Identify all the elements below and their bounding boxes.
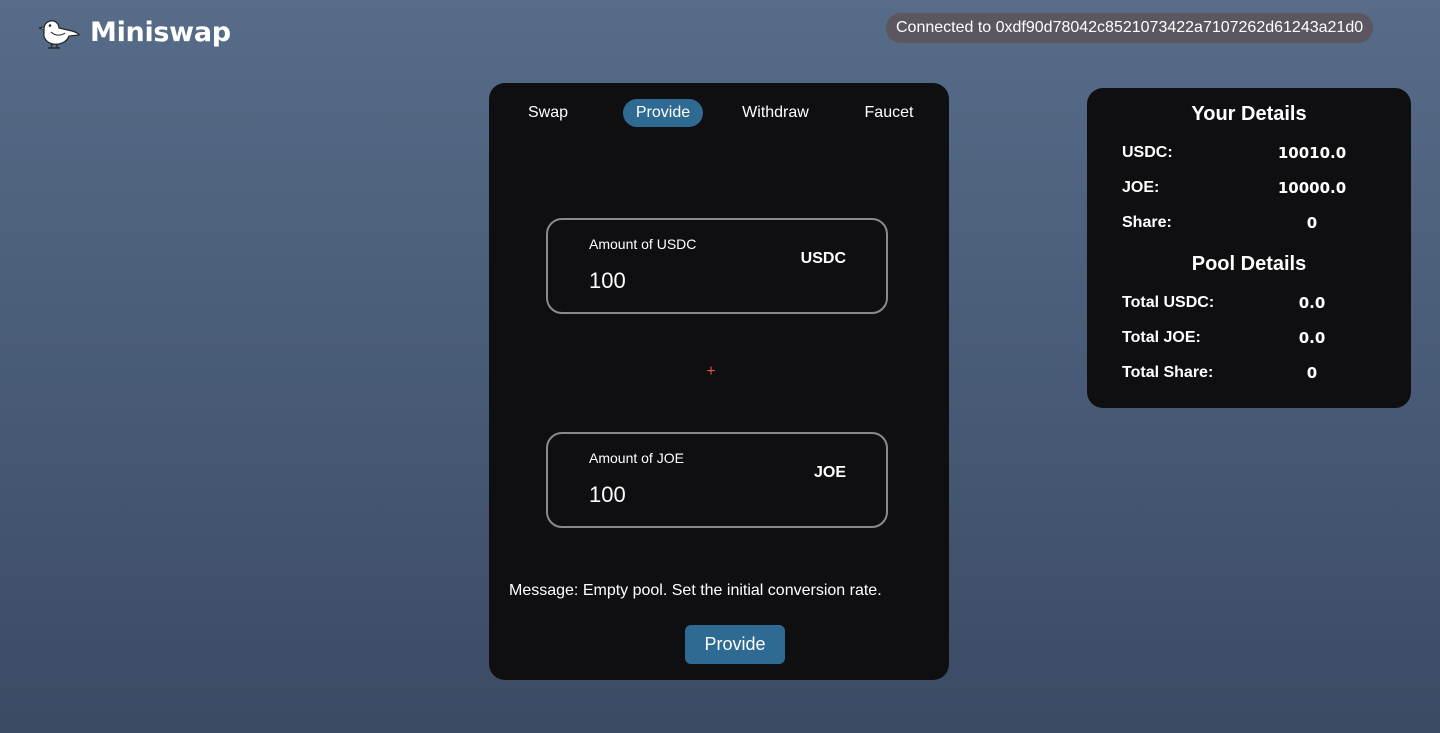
usdc-amount-input[interactable]: [589, 266, 759, 296]
provide-button[interactable]: Provide: [685, 625, 785, 664]
detail-row-total-usdc: Total USDC: 0.0: [1122, 294, 1382, 314]
detail-label: JOE:: [1122, 179, 1160, 196]
pool-details-heading: Pool Details: [1191, 253, 1307, 275]
wallet-connection-badge: Connected to 0xdf90d78042c8521073422a710…: [886, 13, 1374, 43]
details-panel: Your Details USDC: 10010.0 JOE: 10000.0 …: [1087, 88, 1411, 408]
your-details-heading: Your Details: [1191, 103, 1307, 125]
tab-faucet[interactable]: Faucet: [855, 99, 923, 127]
joe-token-label: JOE: [813, 464, 846, 481]
detail-row-share: Share: 0: [1122, 214, 1382, 234]
brand-name: Miniswap: [90, 16, 231, 48]
tab-bar: Swap Provide Withdraw Faucet: [489, 99, 949, 127]
detail-value: 10010.0: [1277, 144, 1347, 162]
detail-value: 0: [1306, 214, 1318, 232]
detail-row-total-share: Total Share: 0: [1122, 364, 1382, 384]
detail-row-joe: JOE: 10000.0: [1122, 179, 1382, 199]
usdc-amount-label: Amount of USDC: [589, 236, 697, 252]
joe-amount-field: Amount of JOE JOE: [546, 432, 888, 528]
detail-row-total-joe: Total JOE: 0.0: [1122, 329, 1382, 349]
detail-label: Total USDC:: [1122, 294, 1215, 311]
tab-swap[interactable]: Swap: [515, 99, 581, 127]
provide-card: Swap Provide Withdraw Faucet Amount of U…: [489, 83, 949, 680]
detail-label: Total Share:: [1122, 364, 1214, 381]
detail-value: 10000.0: [1277, 179, 1347, 197]
usdc-amount-field: Amount of USDC USDC: [546, 218, 888, 314]
detail-row-usdc: USDC: 10010.0: [1122, 144, 1382, 164]
detail-label: Total JOE:: [1122, 329, 1201, 346]
detail-label: Share:: [1122, 214, 1172, 231]
status-message: Message: Empty pool. Set the initial con…: [509, 582, 882, 599]
detail-value: 0.0: [1298, 329, 1326, 347]
detail-label: USDC:: [1122, 144, 1173, 161]
brand[interactable]: Miniswap: [38, 14, 231, 50]
usdc-token-label: USDC: [800, 250, 846, 267]
bird-logo-icon: [38, 20, 80, 49]
detail-value: 0.0: [1298, 294, 1326, 312]
detail-value: 0: [1306, 364, 1318, 382]
tab-provide[interactable]: Provide: [623, 99, 703, 127]
joe-amount-label: Amount of JOE: [589, 450, 684, 466]
joe-amount-input[interactable]: [589, 480, 759, 510]
tab-withdraw[interactable]: Withdraw: [733, 99, 818, 127]
plus-icon: +: [706, 363, 716, 380]
